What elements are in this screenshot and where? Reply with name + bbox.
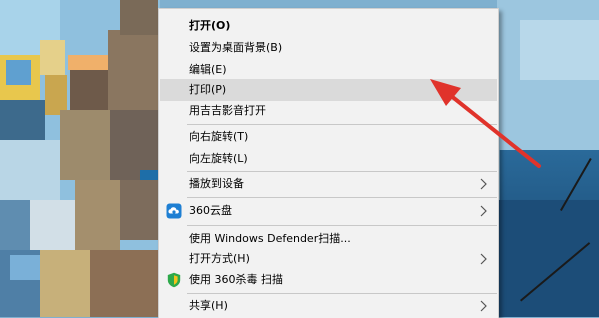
menu-item-label: 设置为桌面背景(B) xyxy=(189,41,283,54)
menu-separator xyxy=(187,293,497,294)
menu-item-label: 向右旋转(T) xyxy=(189,130,249,143)
menu-item-label: 使用 360杀毒 扫描 xyxy=(189,273,283,286)
menu-item-360-antivirus-scan[interactable]: 使用 360杀毒 扫描 xyxy=(160,269,497,291)
menu-item-label: 播放到设备 xyxy=(189,177,244,190)
menu-item-cast-to-device[interactable]: 播放到设备 xyxy=(160,173,497,195)
menu-item-label: 打开方式(H) xyxy=(189,252,250,265)
chevron-right-icon xyxy=(480,205,487,217)
menu-separator xyxy=(187,197,497,198)
menu-item-label: 用吉吉影音打开 xyxy=(189,104,266,117)
menu-item-set-desktop-background[interactable]: 设置为桌面背景(B) xyxy=(160,37,497,59)
menu-item-label: 共享(H) xyxy=(189,299,228,312)
menu-item-label: 打印(P) xyxy=(189,83,227,96)
menu-item-label: 打开(O) xyxy=(189,19,231,32)
menu-item-360-cloud[interactable]: 360云盘 xyxy=(160,200,497,222)
menu-item-label: 360云盘 xyxy=(189,204,232,217)
menu-item-label: 编辑(E) xyxy=(189,63,227,76)
chevron-right-icon xyxy=(480,253,487,265)
360-cloud-icon xyxy=(166,203,182,219)
chevron-right-icon xyxy=(480,300,487,312)
360-antivirus-shield-icon xyxy=(167,272,181,288)
menu-separator xyxy=(187,124,497,125)
menu-item-windows-defender-scan[interactable]: 使用 Windows Defender扫描... xyxy=(160,228,497,250)
menu-item-rotate-left[interactable]: 向左旋转(L) xyxy=(160,148,497,170)
menu-item-open[interactable]: 打开(O) xyxy=(160,15,497,37)
menu-item-open-with-jijiyingyin[interactable]: 用吉吉影音打开 xyxy=(160,100,497,122)
menu-item-edit[interactable]: 编辑(E) xyxy=(160,59,497,81)
menu-item-share[interactable]: 共享(H) xyxy=(160,295,497,317)
menu-item-label: 向左旋转(L) xyxy=(189,152,248,165)
menu-item-rotate-right[interactable]: 向右旋转(T) xyxy=(160,126,497,148)
menu-item-open-with[interactable]: 打开方式(H) xyxy=(160,248,497,270)
context-menu: 打开(O) 设置为桌面背景(B) 编辑(E) 打印(P) 用吉吉影音打开 向右旋… xyxy=(158,8,499,318)
menu-item-label: 使用 Windows Defender扫描... xyxy=(189,232,351,245)
menu-item-print[interactable]: 打印(P) xyxy=(160,79,497,101)
menu-separator xyxy=(187,225,497,226)
chevron-right-icon xyxy=(480,178,487,190)
menu-separator xyxy=(187,171,497,172)
